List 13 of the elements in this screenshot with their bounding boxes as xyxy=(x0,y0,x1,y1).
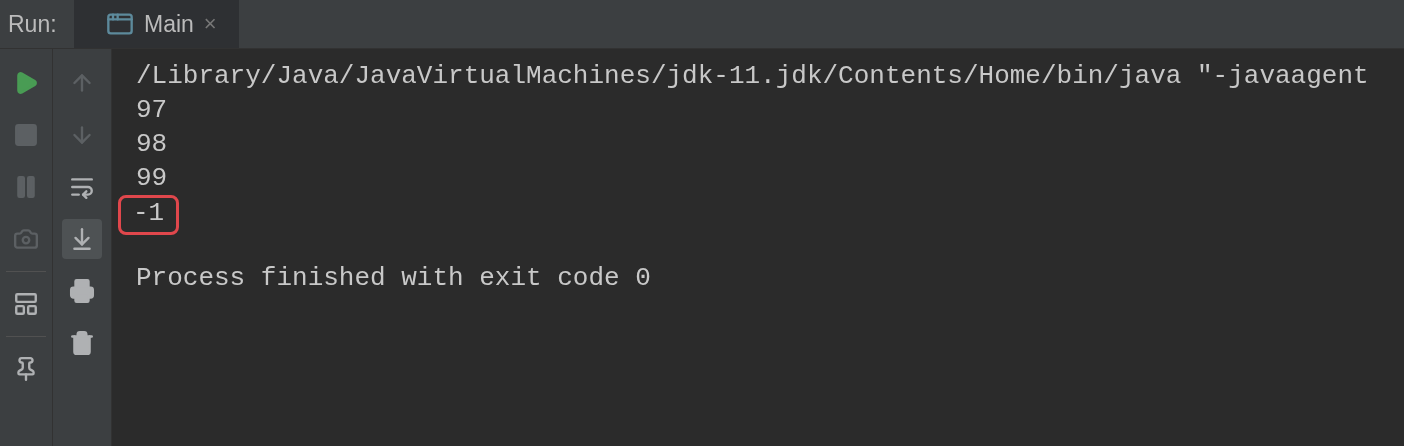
trash-icon xyxy=(69,330,95,356)
exit-message: Process finished with exit code 0 xyxy=(136,263,652,293)
layout-icon xyxy=(13,291,39,317)
run-tab[interactable]: Main × xyxy=(74,0,239,48)
console-line: 98 xyxy=(136,128,168,161)
tab-label: Main xyxy=(144,10,194,38)
console-line: 97 xyxy=(136,94,168,127)
camera-icon xyxy=(13,226,39,252)
console-line: /Library/Java/JavaVirtualMachines/jdk-11.jdk/Contents/Home/bin/java "-javaagent xyxy=(136,60,1369,93)
run-label: Run: xyxy=(7,9,58,39)
scroll-to-end-button[interactable] xyxy=(62,219,102,259)
stop-icon xyxy=(13,122,39,148)
console-line: 99 xyxy=(136,162,168,195)
